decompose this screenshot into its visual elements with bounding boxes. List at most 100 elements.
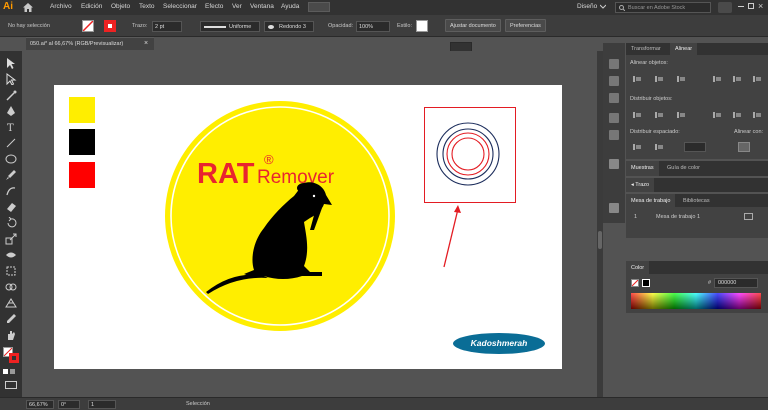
- properties-panel-icon[interactable]: [609, 59, 619, 69]
- dist-vcenter-icon[interactable]: [654, 111, 664, 119]
- align-right-icon[interactable]: [676, 75, 686, 83]
- shaper-tool-icon[interactable]: [5, 185, 17, 197]
- stroke-weight-field[interactable]: 2 pt: [152, 21, 182, 32]
- space-vertical-icon[interactable]: [632, 143, 642, 151]
- tab-transformar[interactable]: Transformar: [626, 43, 666, 55]
- artboard-options-icon[interactable]: [744, 213, 753, 220]
- document-setup-button[interactable]: Ajustar documento: [445, 19, 501, 32]
- brushes-icon[interactable]: [609, 113, 619, 123]
- layers-icon-a[interactable]: [609, 76, 619, 86]
- selection-tool-icon[interactable]: [5, 57, 17, 69]
- align-bottom-icon[interactable]: [752, 75, 762, 83]
- draw-mode-icon[interactable]: [5, 381, 17, 389]
- menu-objeto[interactable]: Objeto: [111, 3, 130, 10]
- align-hcenter-icon[interactable]: [654, 75, 664, 83]
- canvas-area[interactable]: RAT Remover ® Kadoshmerah: [22, 51, 597, 397]
- minimize-button[interactable]: [738, 6, 744, 7]
- color-spectrum[interactable]: [631, 293, 761, 309]
- graphic-style-swatch[interactable]: [416, 20, 428, 32]
- eyedropper-icon[interactable]: [5, 313, 17, 325]
- width-tool-icon[interactable]: [5, 249, 17, 261]
- dist-top-icon[interactable]: [632, 111, 642, 119]
- stock-search-field[interactable]: Buscar en Adobe Stock: [615, 2, 711, 13]
- appearance-icon[interactable]: [609, 159, 619, 169]
- eraser-tool-icon[interactable]: [5, 201, 17, 213]
- tab-color[interactable]: Color: [626, 261, 650, 274]
- menu-efecto[interactable]: Efecto: [205, 3, 223, 10]
- scale-tool-icon[interactable]: [5, 233, 17, 245]
- zoom-field[interactable]: 66,67%: [26, 400, 54, 409]
- line-tool-icon[interactable]: [5, 137, 17, 149]
- menu-ver[interactable]: Ver: [232, 3, 242, 10]
- cc-libraries-icon[interactable]: [609, 93, 619, 103]
- menu-edicion[interactable]: Edición: [81, 3, 102, 10]
- direct-selection-tool-icon[interactable]: [5, 73, 17, 85]
- align-to-selector[interactable]: [738, 142, 750, 152]
- maximize-button[interactable]: [748, 3, 754, 9]
- free-transform-icon[interactable]: [5, 265, 17, 277]
- gradient-mode-icon[interactable]: [10, 369, 15, 374]
- color-mode-icon[interactable]: [3, 369, 8, 374]
- hex-field[interactable]: 000000: [714, 278, 758, 288]
- dist-hcenter-icon[interactable]: [732, 111, 742, 119]
- tab-guia-color[interactable]: Guía de color: [662, 161, 705, 176]
- profile-button[interactable]: [718, 2, 732, 13]
- rat-remover-logo[interactable]: RAT Remover ®: [164, 100, 396, 332]
- stroke-color-swatch[interactable]: [9, 353, 19, 363]
- shape-builder-icon[interactable]: [5, 281, 17, 293]
- color-fill-indicator[interactable]: [631, 279, 639, 287]
- perspective-grid-icon[interactable]: [5, 297, 17, 309]
- opacity-field[interactable]: 100%: [356, 21, 390, 32]
- align-vcenter-icon[interactable]: [732, 75, 742, 83]
- layers-icon[interactable]: [609, 203, 619, 213]
- red-swatch[interactable]: [69, 162, 95, 188]
- tab-trazo[interactable]: ◂ Trazo: [626, 178, 655, 192]
- close-window-button[interactable]: ×: [758, 1, 763, 11]
- variable-width-profile[interactable]: Uniforme: [200, 21, 260, 32]
- tab-mesa-trabajo[interactable]: Mesa de trabajo: [626, 194, 676, 207]
- tab-alinear[interactable]: Alinear: [670, 43, 698, 55]
- rotation-field[interactable]: 0°: [58, 400, 80, 409]
- brush-definition[interactable]: Redondo 3: [264, 21, 314, 32]
- preferences-button[interactable]: Preferencias: [505, 19, 546, 32]
- dist-bottom-icon[interactable]: [676, 111, 686, 119]
- rotate-tool-icon[interactable]: [5, 217, 17, 229]
- close-doc-icon[interactable]: ×: [144, 40, 148, 47]
- menu-archivo[interactable]: Archivo: [50, 3, 72, 10]
- stroke-swatch[interactable]: [104, 20, 116, 32]
- chevron-down-icon[interactable]: [599, 4, 607, 9]
- dist-right-icon[interactable]: [752, 111, 762, 119]
- menu-texto[interactable]: Texto: [139, 3, 155, 10]
- artboard-row-name[interactable]: Mesa de trabajo 1: [656, 214, 700, 220]
- menu-ayuda[interactable]: Ayuda: [281, 3, 299, 10]
- symbols-icon[interactable]: [609, 130, 619, 140]
- align-left-icon[interactable]: [632, 75, 642, 83]
- artboard-number-field[interactable]: 1: [88, 400, 116, 409]
- align-top-icon[interactable]: [712, 75, 722, 83]
- tab-bibliotecas[interactable]: Bibliotecas: [678, 194, 715, 207]
- paintbrush-tool-icon[interactable]: [5, 169, 17, 181]
- artboard[interactable]: RAT Remover ® Kadoshmerah: [54, 85, 562, 369]
- arrange-docs-button[interactable]: [308, 2, 330, 12]
- dist-left-icon[interactable]: [712, 111, 722, 119]
- concentric-circles[interactable]: [431, 120, 509, 190]
- fill-swatch[interactable]: [82, 20, 94, 32]
- type-tool-icon[interactable]: T: [5, 121, 17, 133]
- color-stroke-indicator[interactable]: [642, 279, 650, 287]
- pen-tool-icon[interactable]: [5, 105, 17, 117]
- menu-ventana[interactable]: Ventana: [250, 3, 274, 10]
- document-tab[interactable]: 050.ai* al 66,67% (RGB/Previsualizar) ×: [26, 37, 154, 50]
- tab-muestras[interactable]: Muestras: [626, 161, 659, 176]
- home-icon[interactable]: [22, 2, 34, 13]
- magic-wand-icon[interactable]: [5, 89, 17, 101]
- space-horizontal-icon[interactable]: [654, 143, 664, 151]
- ellipse-tool-icon[interactable]: [5, 153, 17, 165]
- menu-seleccionar[interactable]: Seleccionar: [163, 3, 197, 10]
- workspace-switcher[interactable]: Diseño: [577, 3, 597, 10]
- hand-tool-icon[interactable]: [5, 329, 17, 341]
- search-icon: [619, 5, 625, 11]
- spacing-field[interactable]: [684, 142, 706, 152]
- yellow-swatch[interactable]: [69, 97, 95, 123]
- registered-mark: ®: [264, 152, 274, 167]
- black-swatch[interactable]: [69, 129, 95, 155]
